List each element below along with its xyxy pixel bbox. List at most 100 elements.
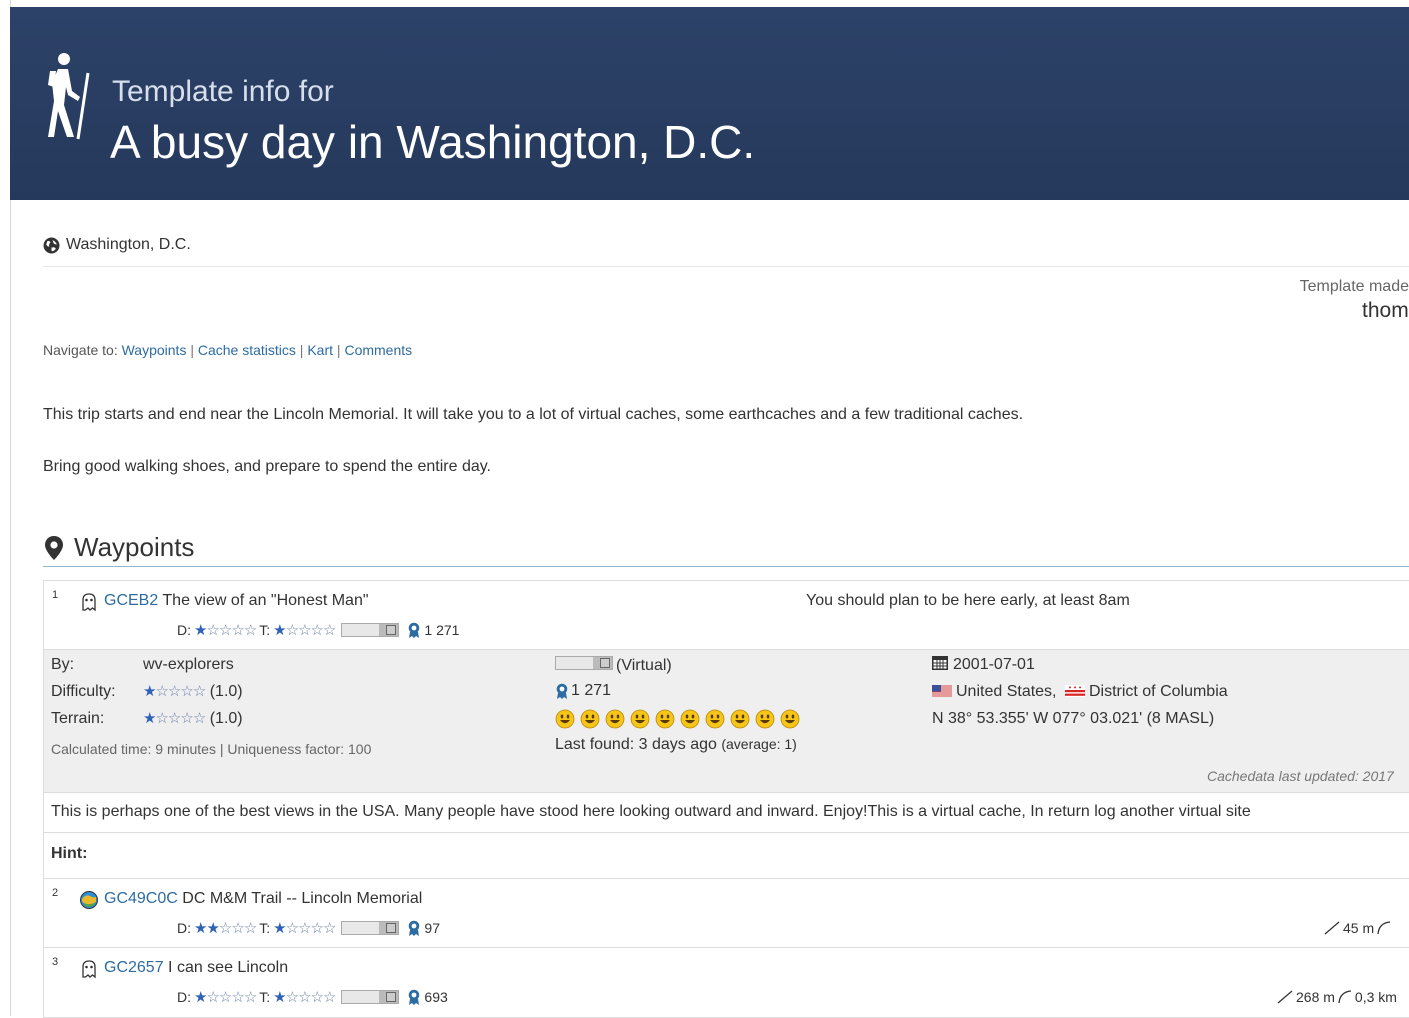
divider xyxy=(43,266,1409,267)
waypoint-title: GCEB2 The view of an "Honest Man" xyxy=(104,592,369,610)
region-row: United States, District of Columbia xyxy=(932,683,1228,701)
smiley-icon xyxy=(780,709,800,729)
last-found: Last found: 3 days ago xyxy=(555,736,717,753)
waypoint-row: 3 GC2657 I can see Lincoln D: ★ ☆ ☆ ☆ ☆ T: ★… xyxy=(44,948,1409,1016)
favorites-row: 1 271 xyxy=(555,682,611,700)
route-distance-icon xyxy=(1377,921,1391,935)
nav-link-cache-statistics[interactable]: Cache statistics xyxy=(198,342,296,358)
cache-name: I can see Lincoln xyxy=(168,959,289,976)
distance: 45 m xyxy=(1324,920,1391,936)
favorite-ribbon-icon xyxy=(409,920,420,936)
waypoints-heading-text: Waypoints xyxy=(74,532,195,562)
divider xyxy=(43,566,1409,567)
size-other-icon xyxy=(341,921,400,935)
cache-name: The view of an "Honest Man" xyxy=(162,592,369,609)
banner-subtitle: Template info for xyxy=(112,75,334,108)
map-marker-icon xyxy=(45,535,63,560)
dc-flag-icon xyxy=(1064,685,1085,697)
terrain-stars-icon: ★ ☆ ☆ ☆ ☆ xyxy=(143,710,206,727)
waypoints-heading: Waypoints xyxy=(44,532,194,563)
placed-date-row: 2001-07-01 xyxy=(932,656,1035,674)
favorite-ribbon-icon xyxy=(409,622,420,638)
terrain-row: Terrain: ★ ☆ ☆ ☆ ☆ (1.0) xyxy=(51,710,243,728)
terrain-stars-icon: ★ ☆ ☆ ☆ ☆ xyxy=(273,919,336,937)
by-label: By: xyxy=(51,656,75,673)
waypoint-row: 2 GC49C0C DC M&M Trail -- Lincoln Memori… xyxy=(44,879,1409,947)
smiley-icon xyxy=(680,709,700,729)
hiker-icon xyxy=(48,53,90,140)
waypoint-details: By: wv-explorers Difficulty: ★ ☆ ☆ ☆ ☆ (1.0) T… xyxy=(44,649,1409,793)
size-virtual-icon xyxy=(341,623,400,637)
terrain-row-label: Terrain: xyxy=(51,710,105,727)
header-banner: Template info for A busy day in Washingt… xyxy=(10,7,1409,200)
waypoint-number: 3 xyxy=(52,956,59,968)
owner-name: wv-explorers xyxy=(143,656,234,673)
favorites-count: 1 271 xyxy=(424,622,460,638)
rating-line: D: ★ ☆ ☆ ☆ ☆ T: ★ ☆ ☆ ☆ ☆ 1 271 xyxy=(177,622,459,638)
difficulty-label: D: xyxy=(177,622,191,638)
favorites-count: 693 xyxy=(424,989,448,1005)
hint-label: Hint: xyxy=(51,845,88,862)
hint-row: Hint: xyxy=(44,832,1409,879)
terrain-stars-icon: ★ ☆ ☆ ☆ ☆ xyxy=(273,621,336,639)
found-smileys xyxy=(555,709,800,729)
straight-distance-icon xyxy=(1324,921,1340,935)
smiley-icon xyxy=(630,709,650,729)
nav-link-comments[interactable]: Comments xyxy=(344,342,412,358)
rating-line: D: ★ ☆ ☆ ☆ ☆ T: ★ ☆ ☆ ☆ ☆ 693 xyxy=(177,989,448,1005)
smiley-icon xyxy=(555,709,575,729)
size-virtual-icon xyxy=(341,990,400,1004)
description-paragraph: This trip starts and end near the Lincol… xyxy=(43,406,1024,423)
smiley-icon xyxy=(755,709,775,729)
coordinates: N 38° 53.355' W 077° 03.021' (8 MASL) xyxy=(932,710,1215,727)
region: District of Columbia xyxy=(1088,683,1228,700)
terrain-label: T: xyxy=(259,920,271,936)
route-distance-value: 0,3 km xyxy=(1354,989,1397,1005)
placed-date: 2001-07-01 xyxy=(953,656,1035,673)
author-link[interactable]: thom xyxy=(1362,299,1409,323)
difficulty-row-label: Difficulty: xyxy=(51,683,116,700)
route-distance-icon xyxy=(1338,990,1352,1004)
smiley-icon xyxy=(580,709,600,729)
navigate-to: Navigate to: Waypoints | Cache statistic… xyxy=(43,342,413,358)
cache-description: This is perhaps one of the best views in… xyxy=(44,792,1409,833)
cache-description-text: This is perhaps one of the best views in… xyxy=(51,803,1251,820)
difficulty-label: D: xyxy=(177,989,191,1005)
terrain-value: (1.0) xyxy=(209,710,243,727)
cache-code-link[interactable]: GC2657 xyxy=(104,959,164,976)
smiley-icon xyxy=(655,709,675,729)
nav-link-waypoints[interactable]: Waypoints xyxy=(122,342,187,358)
location-text: Washington, D.C. xyxy=(66,236,191,253)
distance-value: 268 m xyxy=(1296,989,1335,1005)
virtual-cache-icon xyxy=(82,960,96,979)
difficulty-value: (1.0) xyxy=(209,683,243,700)
difficulty-stars-icon: ★ ☆ ☆ ☆ ☆ xyxy=(143,683,206,700)
waypoint-number: 1 xyxy=(52,589,59,601)
cachedata-updated: Cachedata last updated: 2017 xyxy=(1207,768,1394,784)
waypoint-title: GC49C0C DC M&M Trail -- Lincoln Memorial xyxy=(104,890,422,908)
size-row: (Virtual) xyxy=(555,656,672,675)
favorite-ribbon-icon xyxy=(409,989,420,1005)
favorites-count: 1 271 xyxy=(571,682,612,699)
globe-icon xyxy=(43,237,60,253)
smiley-icon xyxy=(605,709,625,729)
page-title: A busy day in Washington, D.C. xyxy=(110,116,756,168)
rating-line: D: ★ ★ ☆ ☆ ☆ T: ★ ☆ ☆ ☆ ☆ 97 xyxy=(177,920,440,936)
virtual-cache-icon xyxy=(82,593,96,612)
waypoint-note: You should plan to be here early, at lea… xyxy=(806,592,1130,609)
calendar-icon xyxy=(932,656,948,670)
location: Washington, D.C. xyxy=(43,236,191,254)
waypoints-list: 1 GCEB2 The view of an "Honest Man" You … xyxy=(43,580,1409,1018)
last-found-row: Last found: 3 days ago (average: 1) xyxy=(555,736,797,754)
cache-code-link[interactable]: GCEB2 xyxy=(104,592,158,609)
cache-name: DC M&M Trail -- Lincoln Memorial xyxy=(182,890,423,907)
straight-distance-icon xyxy=(1277,990,1293,1004)
country: United States, xyxy=(956,683,1057,700)
cache-code-link[interactable]: GC49C0C xyxy=(104,890,178,907)
difficulty-stars-icon: ★ ★ ☆ ☆ ☆ xyxy=(194,919,257,937)
difficulty-label: D: xyxy=(177,920,191,936)
difficulty-stars-icon: ★ ☆ ☆ ☆ ☆ xyxy=(194,988,257,1006)
last-found-average: (average: 1) xyxy=(721,736,797,752)
earthcache-icon xyxy=(80,891,98,909)
nav-link-kart[interactable]: Kart xyxy=(307,342,333,358)
